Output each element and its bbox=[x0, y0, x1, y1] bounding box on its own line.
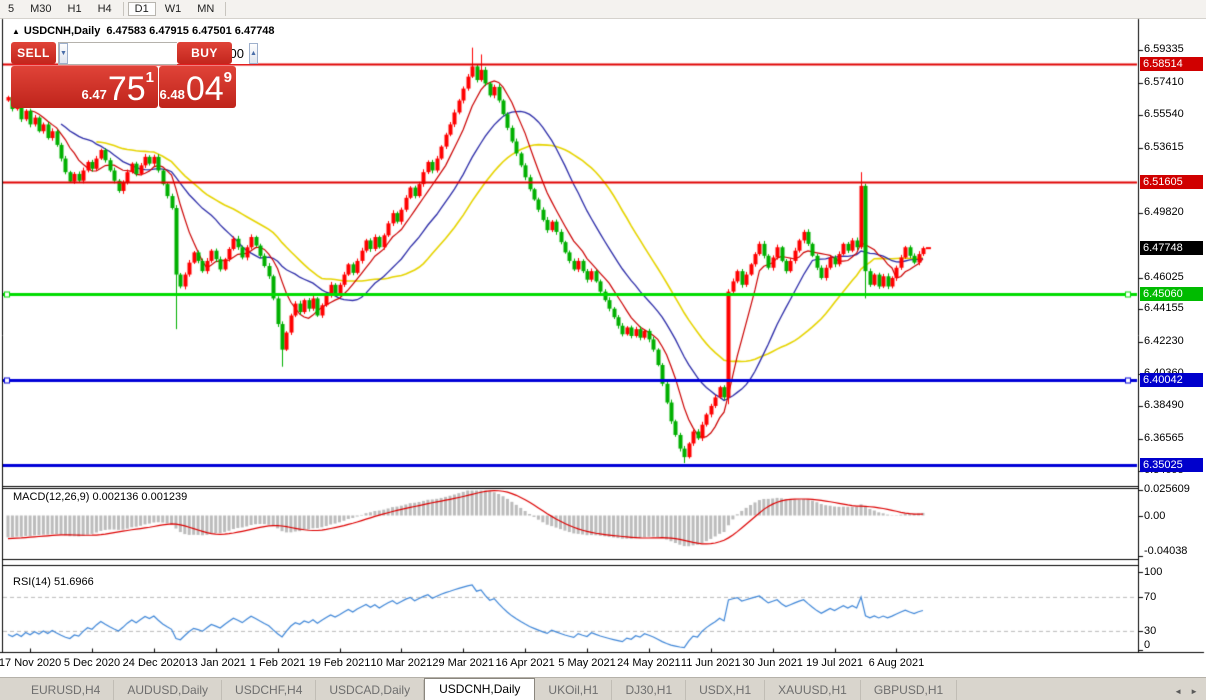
tab-scroll-right-icon[interactable]: ► bbox=[1190, 687, 1198, 696]
tab-usdchf[interactable]: USDCHF,H4 bbox=[222, 680, 316, 700]
sell-price-prefix: 6.47 bbox=[82, 87, 107, 102]
price-tick-label: 6.49820 bbox=[1144, 206, 1184, 218]
price-tick-label: 6.59335 bbox=[1144, 43, 1184, 55]
tab-usdx[interactable]: USDX,H1 bbox=[686, 680, 765, 700]
rsi-axis-label: 30 bbox=[1144, 625, 1156, 637]
price-tick-label: 6.38490 bbox=[1144, 399, 1184, 411]
price-tick-label: 6.46025 bbox=[1144, 271, 1184, 283]
buy-price-pip-digit: 9 bbox=[224, 69, 232, 86]
buy-price-big-digits: 04 bbox=[186, 72, 224, 106]
macd-axis-label: 0.025609 bbox=[1144, 483, 1190, 495]
ohlc-values: 6.47583 6.47915 6.47501 6.47748 bbox=[106, 25, 274, 37]
tab-dj30[interactable]: DJ30,H1 bbox=[612, 680, 686, 700]
price-badge: 6.40042 bbox=[1140, 373, 1203, 387]
rsi-label: RSI(14) 51.6966 bbox=[13, 576, 94, 588]
price-tick-label: 6.57410 bbox=[1144, 76, 1184, 88]
buy-price-prefix: 6.48 bbox=[160, 87, 185, 102]
price-tick-label: 6.36565 bbox=[1144, 432, 1184, 444]
price-tick-label: 6.53615 bbox=[1144, 141, 1184, 153]
tab-usdcad[interactable]: USDCAD,Daily bbox=[316, 680, 424, 700]
tab-ukoil[interactable]: UKOil,H1 bbox=[535, 680, 612, 700]
price-badge: 6.35025 bbox=[1140, 458, 1203, 472]
sell-price-big-digits: 75 bbox=[108, 72, 146, 106]
tab-scroll-left-icon[interactable]: ◄ bbox=[1174, 687, 1182, 696]
price-tick-label: 6.42230 bbox=[1144, 335, 1184, 347]
chart-marker-icon: ▲ bbox=[12, 27, 20, 36]
price-tick-label: 6.55540 bbox=[1144, 108, 1184, 120]
chart-header: ▲ USDCNH,Daily 6.47583 6.47915 6.47501 6.4… bbox=[12, 25, 275, 37]
tab-audusd[interactable]: AUDUSD,Daily bbox=[114, 680, 222, 700]
symbol-title: USDCNH,Daily bbox=[24, 25, 100, 37]
price-tick-label: 6.44155 bbox=[1144, 302, 1184, 314]
price-badge: 6.45060 bbox=[1140, 287, 1203, 301]
one-click-trading-panel: SELL ▼ ▲ BUY 6.47 75 1 6.48 04 9 bbox=[11, 42, 232, 106]
symbol-tab-bar: EURUSD,H4AUDUSD,DailyUSDCHF,H4USDCAD,Dai… bbox=[0, 677, 1206, 700]
rsi-axis-label: 70 bbox=[1144, 591, 1156, 603]
buy-price-box[interactable]: 6.48 04 9 bbox=[159, 66, 236, 108]
volume-decrease-button[interactable]: ▼ bbox=[59, 43, 68, 64]
rsi-axis-label: 100 bbox=[1144, 566, 1162, 578]
sell-price-box[interactable]: 6.47 75 1 bbox=[11, 66, 158, 108]
macd-axis-label: 0.00 bbox=[1144, 510, 1165, 522]
macd-axis-label: -0.04038 bbox=[1144, 545, 1187, 557]
price-badge: 6.47748 bbox=[1140, 241, 1203, 255]
tab-gbpusd[interactable]: GBPUSD,H1 bbox=[861, 680, 957, 700]
price-badge: 6.51605 bbox=[1140, 175, 1203, 189]
volume-increase-button[interactable]: ▲ bbox=[249, 43, 258, 64]
date-label: 6 Aug 2021 bbox=[851, 657, 941, 669]
sell-price-pip-digit: 1 bbox=[146, 69, 154, 86]
macd-label: MACD(12,26,9) 0.002136 0.001239 bbox=[13, 491, 187, 503]
tab-usdcnh[interactable]: USDCNH,Daily bbox=[424, 678, 535, 700]
rsi-axis-label: 0 bbox=[1144, 639, 1150, 651]
trading-platform-window: { "toolbar": { "items": [ {"label": "5",… bbox=[0, 0, 1206, 700]
sell-button[interactable]: SELL bbox=[11, 42, 56, 64]
price-badge: 6.58514 bbox=[1140, 57, 1203, 71]
tab-eurusd[interactable]: EURUSD,H4 bbox=[18, 680, 114, 700]
tab-xauusd[interactable]: XAUUSD,H1 bbox=[765, 680, 861, 700]
tab-nav: ◄► bbox=[1174, 687, 1198, 700]
volume-spinner: ▼ ▲ bbox=[58, 42, 177, 65]
buy-button[interactable]: BUY bbox=[177, 42, 232, 64]
